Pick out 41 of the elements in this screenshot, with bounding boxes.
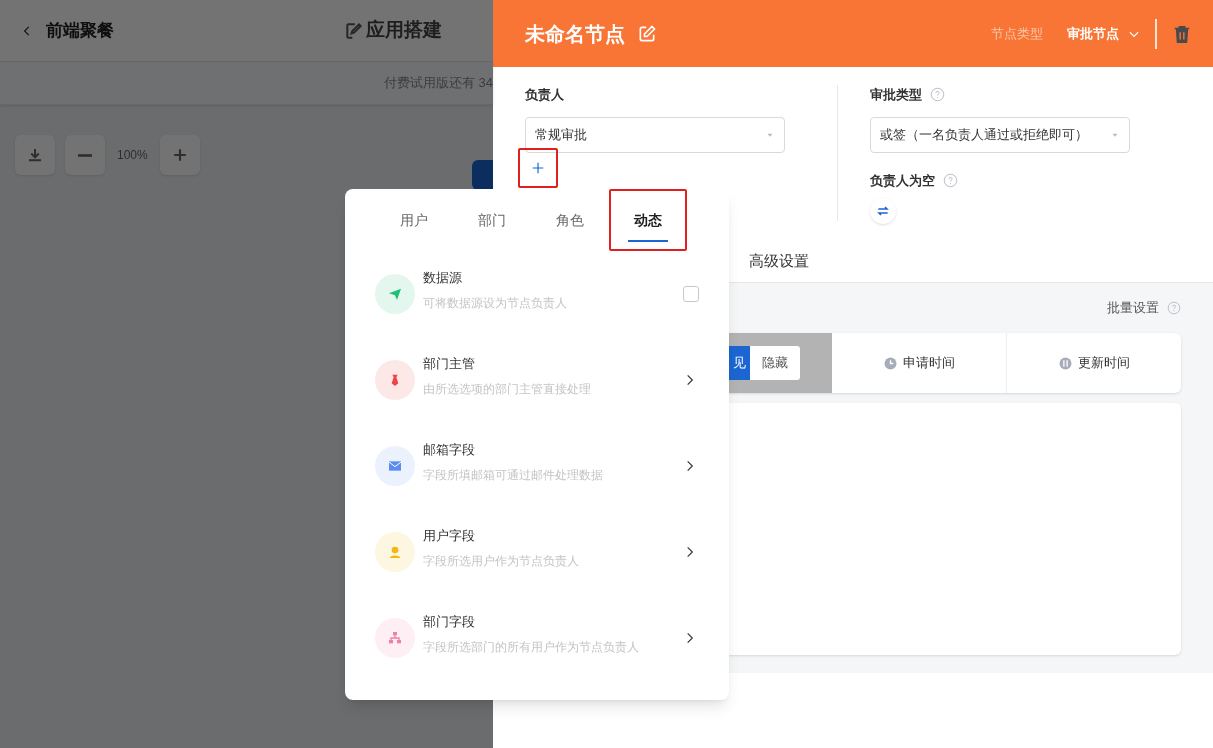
swap-button[interactable] [870,198,896,224]
field-label: 负责人为空 [870,171,935,190]
back-button[interactable]: 前端聚餐 [20,17,114,44]
edit-icon [637,23,657,44]
page-title: 应用搭建 [366,18,442,43]
item-title: 数据源 [423,269,463,288]
zoom-in-button[interactable] [159,135,200,175]
rename-button[interactable] [637,23,657,44]
item-title: 部门字段 [423,613,476,632]
download-icon [26,146,44,164]
help-icon [1167,301,1181,315]
column-header: 更新时间 [1077,354,1130,373]
edit-icon [344,20,364,41]
zoom-out-button[interactable] [65,135,105,175]
clock-icon [883,356,897,370]
field-label: 负责人 [525,86,565,104]
tab[interactable]: 角色 [531,189,609,251]
tab[interactable]: 动态 [609,189,687,251]
item-title: 部门主管 [423,355,476,374]
node-card [472,160,493,190]
visible-option[interactable]: 见 [729,346,750,380]
hide-option[interactable]: 隐藏 [750,346,800,380]
field-label: 审批类型 [870,86,922,104]
node-type-label: 节点类型 [991,24,1043,43]
item-title: 用户字段 [423,527,476,546]
tab[interactable]: 高级设置 [749,250,809,273]
checkbox[interactable] [683,286,699,302]
item-title: 邮箱字段 [423,441,476,460]
download-button[interactable] [15,135,55,175]
tab[interactable]: 用户 [375,189,453,251]
owner-select[interactable]: 常规审批 [525,116,785,153]
tab[interactable]: 部门 [453,189,531,251]
approval-type-select[interactable]: 或签（一名负责人通过或拒绝即可） [870,116,1130,153]
batch-settings-label: 批量设置 [1107,299,1159,318]
column-header: 申请时间 [902,354,955,373]
minus-icon [78,153,92,157]
help-icon [930,87,945,103]
add-button[interactable] [518,147,558,188]
zoom-level: 100% [117,147,148,164]
help-icon [943,172,958,188]
node-name: 未命名节点 [525,21,625,47]
